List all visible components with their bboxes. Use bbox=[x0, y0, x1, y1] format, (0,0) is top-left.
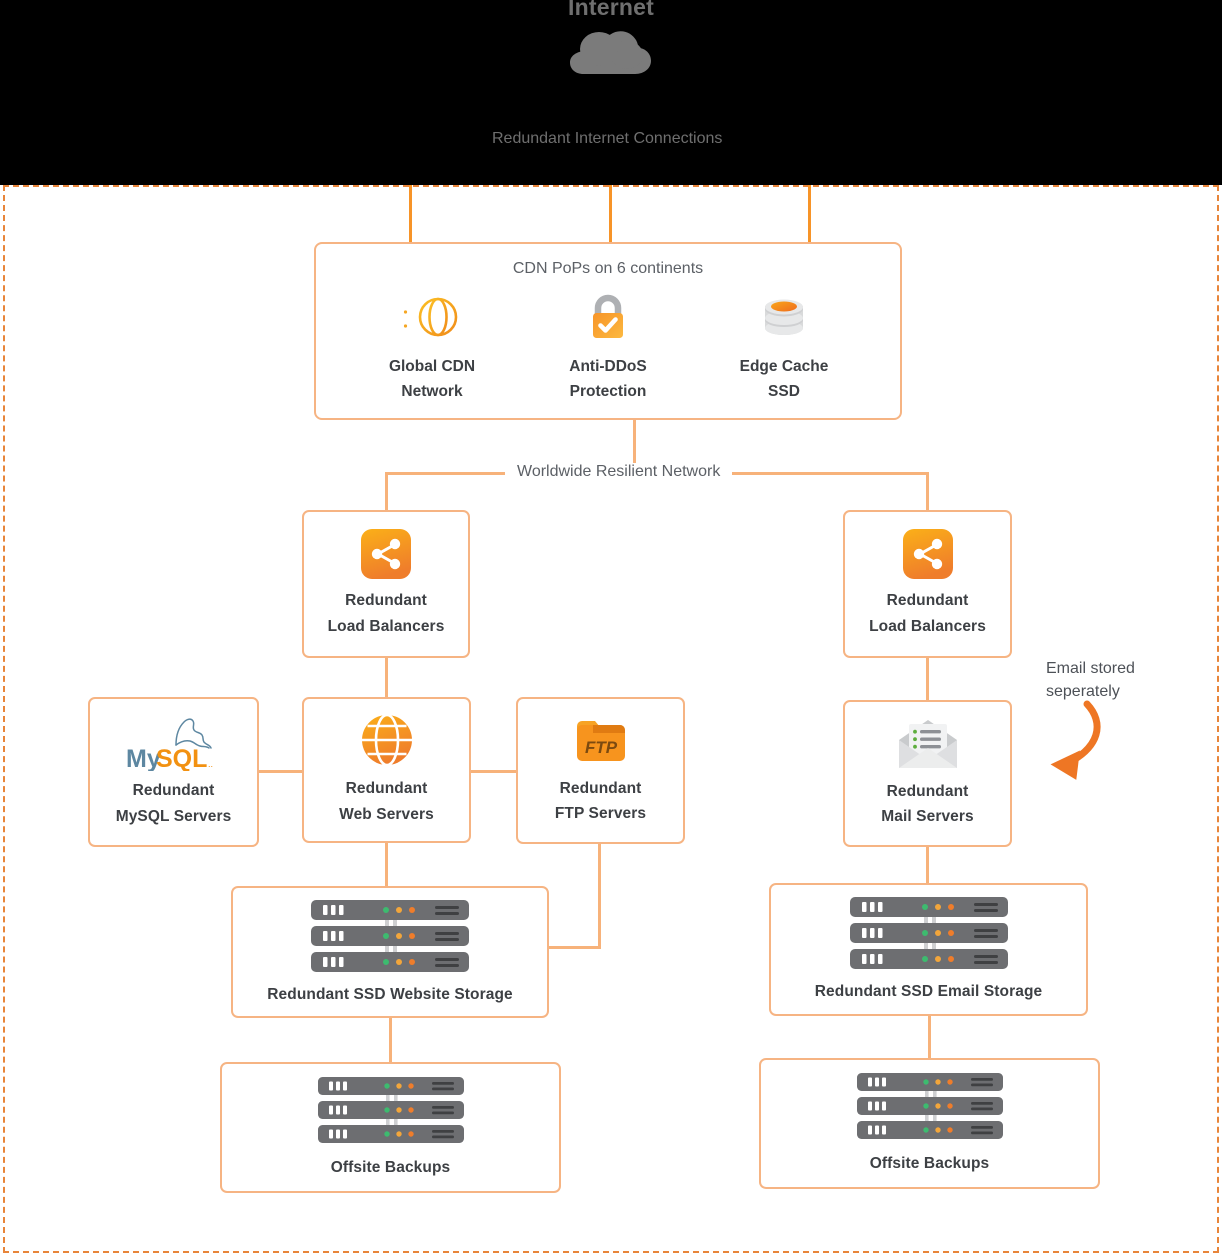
node-redundant-ftp-servers[interactable]: FTP Redundant FTP Servers bbox=[516, 697, 685, 844]
internet-connections-label: Redundant Internet Connections bbox=[480, 130, 735, 148]
server-rack-icon bbox=[856, 1073, 1003, 1140]
node-label: Redundant Load Balancers bbox=[869, 592, 986, 635]
database-icon bbox=[765, 299, 803, 335]
connector-storage-to-backup-left bbox=[389, 1018, 392, 1062]
mail-open-icon bbox=[898, 719, 957, 768]
connector-storage-to-backup-right bbox=[928, 1016, 931, 1060]
cdn-panel[interactable]: CDN PoPs on 6 continents Global CDN Netw… bbox=[314, 242, 902, 420]
node-label: Offsite Backups bbox=[869, 1155, 990, 1173]
node-redundant-load-balancers-right[interactable]: Redundant Load Balancers bbox=[843, 510, 1012, 658]
cdn-item-edge-cache[interactable]: Edge Cache SSD bbox=[698, 292, 870, 404]
connector-web-to-storage bbox=[385, 842, 388, 886]
ftp-folder-icon: FTP bbox=[576, 720, 625, 761]
server-rack-icon bbox=[317, 1077, 464, 1144]
node-redundant-mail-servers[interactable]: Redundant Mail Servers bbox=[843, 700, 1012, 847]
node-label: Redundant Mail Servers bbox=[881, 782, 974, 825]
svg-text:SQL: SQL bbox=[156, 745, 207, 771]
cdn-item-label: Anti-DDoS Protection bbox=[569, 358, 647, 401]
connector-mysql-to-web bbox=[258, 770, 304, 773]
node-offsite-backups-left[interactable]: Offsite Backups bbox=[220, 1062, 561, 1193]
internet-band: Internet Redundant Internet Connections bbox=[0, 0, 1222, 185]
connector-web-to-ftp bbox=[470, 770, 516, 773]
node-label: Redundant SSD Website Storage bbox=[267, 985, 513, 1003]
node-label: Redundant Load Balancers bbox=[327, 592, 445, 635]
share-nodes-icon bbox=[361, 529, 411, 580]
node-offsite-backups-right[interactable]: Offsite Backups bbox=[759, 1058, 1100, 1189]
node-redundant-load-balancers-left[interactable]: Redundant Load Balancers bbox=[302, 510, 470, 658]
svg-text:FTP: FTP bbox=[585, 738, 618, 757]
node-redundant-web-servers[interactable]: Redundant Web Servers bbox=[302, 697, 471, 843]
connector-network-to-lb-right bbox=[926, 472, 929, 512]
connector-lb-left-to-web bbox=[385, 656, 388, 700]
share-nodes-icon bbox=[902, 529, 953, 580]
cdn-panel-title: CDN PoPs on 6 continents bbox=[512, 260, 704, 277]
cdn-item-anti-ddos[interactable]: Anti-DDoS Protection bbox=[522, 292, 694, 404]
server-rack-icon bbox=[849, 897, 1008, 970]
curved-arrow-icon bbox=[1050, 700, 1101, 780]
annotation-email-stored-separately: Email stored seperately bbox=[1046, 660, 1135, 700]
cdn-item-label: Global CDN Network bbox=[388, 358, 476, 401]
connector-ftp-down bbox=[598, 844, 601, 948]
connector-lb-right-to-mail bbox=[926, 656, 929, 700]
svg-text:..: .. bbox=[208, 759, 213, 769]
page-title: Internet bbox=[568, 0, 654, 20]
mysql-logo-icon: My SQL .. bbox=[126, 718, 213, 771]
node-redundant-ssd-website-storage[interactable]: Redundant SSD Website Storage bbox=[231, 886, 549, 1018]
cdn-item-label: Edge Cache SSD bbox=[739, 358, 829, 401]
connector-mail-to-storage bbox=[926, 842, 929, 883]
worldwide-network-label: Worldwide Resilient Network bbox=[505, 463, 733, 481]
cloud-icon bbox=[570, 31, 651, 75]
node-label: Redundant SSD Email Storage bbox=[814, 983, 1043, 1001]
globe-icon bbox=[361, 713, 412, 767]
node-label: Redundant FTP Servers bbox=[554, 779, 647, 822]
node-redundant-mysql-servers[interactable]: My SQL .. Redundant MySQL Servers bbox=[88, 697, 259, 847]
network-architecture-diagram: Internet Redundant Internet Connections … bbox=[0, 0, 1222, 1259]
node-redundant-ssd-email-storage[interactable]: Redundant SSD Email Storage bbox=[769, 883, 1088, 1016]
cdn-item-global-cdn[interactable]: Global CDN Network bbox=[346, 292, 518, 404]
globe-speed-icon bbox=[403, 297, 458, 337]
node-label: Offsite Backups bbox=[330, 1159, 451, 1177]
node-label: Redundant Web Servers bbox=[339, 780, 434, 823]
connector-ftp-to-storage bbox=[549, 946, 601, 949]
connector-network-to-lb-left bbox=[385, 472, 388, 512]
server-rack-icon bbox=[311, 899, 469, 972]
node-label: Redundant MySQL Servers bbox=[115, 782, 232, 825]
lock-check-icon bbox=[593, 294, 623, 338]
